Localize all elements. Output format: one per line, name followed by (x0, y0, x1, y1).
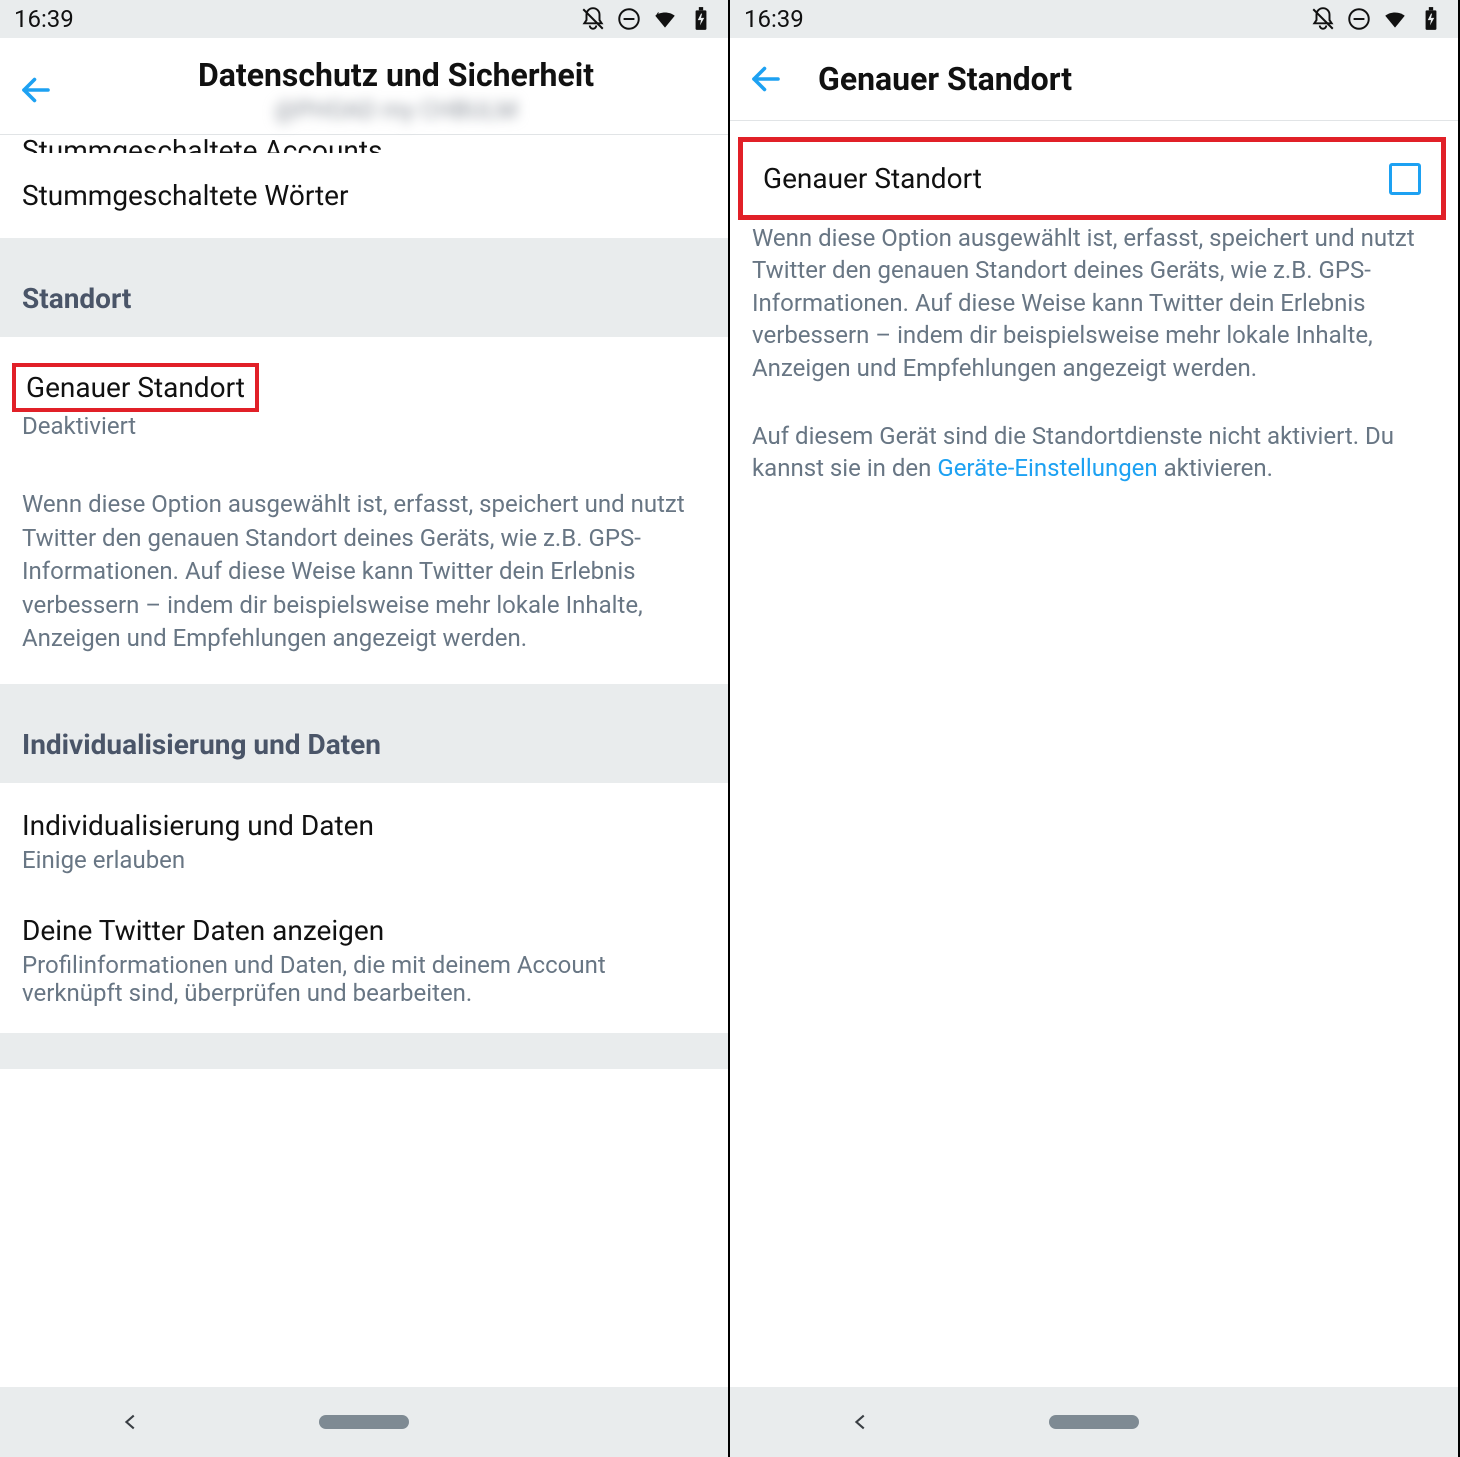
settings-list: Stummgeschaltete Accounts Stummgeschalte… (0, 135, 728, 1387)
precise-location-desc: Wenn diese Option ausgewählt ist, erfass… (730, 220, 1458, 384)
section-header-location: Standort (0, 238, 728, 337)
phone-right: 16:39 Genauer Standort Genauer Standort (730, 0, 1460, 1457)
dnd-icon (1346, 6, 1372, 32)
phone-left: 16:39 Datenschutz und Sicherheit @PHOAD … (0, 0, 730, 1457)
bell-off-icon (1310, 6, 1336, 32)
precise-location-status: Deaktiviert (22, 412, 706, 440)
wifi-icon (1382, 6, 1408, 32)
back-icon[interactable] (748, 61, 784, 97)
android-navbar (730, 1387, 1458, 1457)
nav-home-pill[interactable] (319, 1415, 409, 1429)
checkbox-row-precise-location[interactable]: Genauer Standort (738, 137, 1446, 220)
header: Genauer Standort (730, 38, 1458, 121)
statusbar-time: 16:39 (14, 5, 74, 33)
checkbox-label: Genauer Standort (763, 162, 1389, 195)
header: Datenschutz und Sicherheit @PHOAD my CHB… (0, 38, 728, 135)
nav-home-pill[interactable] (1049, 1415, 1139, 1429)
page-title: Datenschutz und Sicherheit (198, 56, 594, 94)
device-settings-link[interactable]: Geräte-Einstellungen (937, 454, 1157, 482)
nav-back-icon[interactable] (120, 1411, 142, 1433)
page-subtitle: @PHOAD my CHBULM (275, 96, 518, 124)
spacer (0, 1033, 728, 1069)
android-navbar (0, 1387, 728, 1457)
wifi-icon (652, 6, 678, 32)
statusbar-time: 16:39 (744, 5, 804, 33)
list-item-twitter-data[interactable]: Deine Twitter Daten anzeigen Profilinfor… (0, 900, 728, 1033)
statusbar: 16:39 (730, 0, 1458, 38)
list-item-personalization[interactable]: Individualisierung und Daten Einige erla… (0, 783, 728, 900)
precise-location-desc: Wenn diese Option ausgewählt ist, erfass… (0, 448, 728, 684)
list-item-muted-words[interactable]: Stummgeschaltete Wörter (0, 153, 728, 238)
battery-icon (688, 6, 714, 32)
page-title: Genauer Standort (818, 60, 1072, 98)
bell-off-icon (580, 6, 606, 32)
list-item-muted-accounts[interactable]: Stummgeschaltete Accounts (0, 135, 728, 153)
nav-back-icon[interactable] (850, 1411, 872, 1433)
content: Genauer Standort Wenn diese Option ausge… (730, 121, 1458, 1387)
location-services-note: Auf diesem Gerät sind die Standortdienst… (730, 418, 1458, 485)
statusbar: 16:39 (0, 0, 728, 38)
checkbox[interactable] (1389, 163, 1421, 195)
dnd-icon (616, 6, 642, 32)
section-header-personalization: Individualisierung und Daten (0, 684, 728, 783)
list-item-precise-location[interactable]: Genauer Standort Deaktiviert (0, 337, 728, 448)
battery-icon (1418, 6, 1444, 32)
back-icon[interactable] (18, 72, 54, 108)
highlight-box: Genauer Standort (12, 363, 259, 412)
